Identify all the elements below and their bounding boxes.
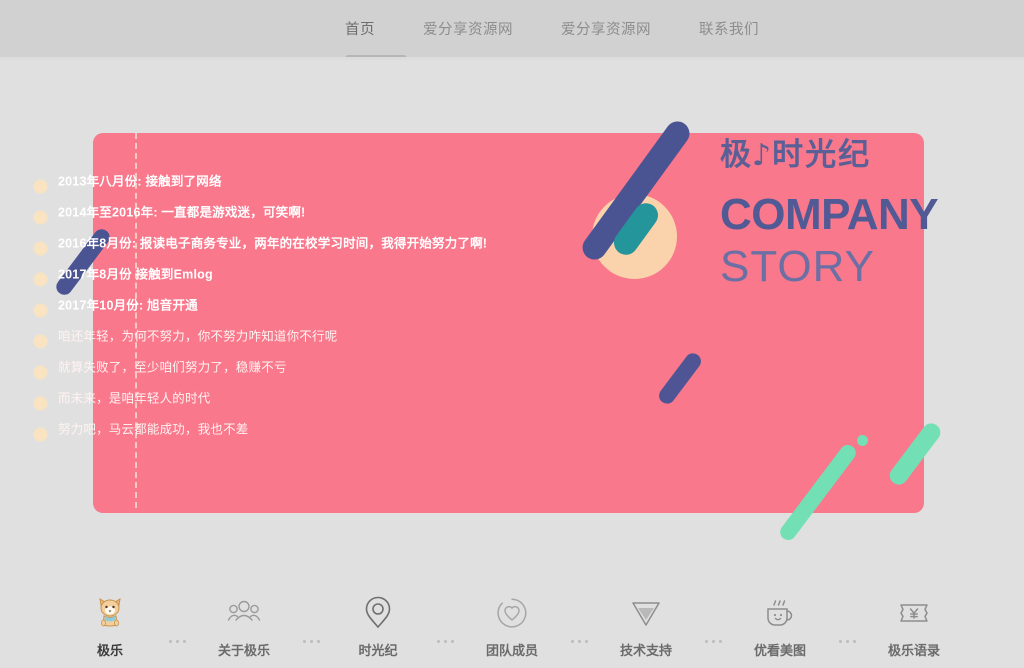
ticket-yen-icon — [894, 593, 934, 633]
brand-block: 极 ♪ 时光纪 COMPANY STORY — [720, 140, 1024, 291]
nav-separator-dots — [696, 593, 730, 643]
heart-circle-icon — [492, 593, 532, 633]
bottom-nav-label: 关于极乐 — [217, 643, 270, 658]
nav-item-resources-1[interactable]: 爱分享资源网 — [423, 18, 513, 39]
timeline-dot — [34, 211, 47, 224]
timeline-item-label: 而未来，是咱年轻人的时代 — [58, 391, 211, 406]
timeline-dot — [34, 397, 47, 410]
bottom-nav-item-jile[interactable]: 极乐 — [60, 593, 160, 659]
top-nav: 首页 爱分享资源网 爱分享资源网 联系我们 — [345, 0, 759, 57]
bottom-nav-label: 极乐语录 — [887, 643, 940, 658]
timeline-dot — [34, 366, 47, 379]
timeline-dot — [34, 180, 47, 193]
nav-separator-dots — [428, 593, 462, 643]
music-note-icon: ♪ — [752, 137, 774, 173]
timeline-dot — [34, 242, 47, 255]
timeline-dot — [34, 428, 47, 441]
brand-logo-part1: 极 — [720, 137, 753, 173]
timeline-item-label: 咱还年轻，为何不努力，你不努力咋知道你不行呢 — [58, 329, 338, 344]
bottom-nav-item-timeline[interactable]: 时光纪 — [328, 593, 428, 659]
nav-separator-dots — [294, 593, 328, 643]
page-root: 首页 爱分享资源网 爱分享资源网 联系我们 2013年八月份: 接触到了网络 2… — [0, 0, 1024, 668]
bottom-nav-item-about[interactable]: 关于极乐 — [194, 593, 294, 659]
mint-dot-decoration — [857, 435, 868, 446]
shiba-mascot-icon — [90, 593, 130, 633]
nav-separator-dots — [160, 593, 194, 643]
nav-separator-dots — [830, 593, 864, 643]
bottom-nav-item-quotes[interactable]: 极乐语录 — [864, 593, 964, 659]
bottom-nav-label: 极乐 — [96, 643, 123, 658]
brand-logo: 极 ♪ 时光纪 — [720, 140, 1024, 171]
bottom-nav: 极乐 关于极乐 时光纪 团队成员 技术支持 优看美图 极乐语录 — [0, 585, 1024, 668]
timeline-dot — [34, 335, 47, 348]
story-heading: STORY — [720, 242, 875, 291]
bottom-nav-item-support[interactable]: 技术支持 — [596, 593, 696, 659]
bottom-nav-label: 时光纪 — [358, 643, 398, 658]
brand-logo-part2: 时光纪 — [772, 137, 872, 173]
nav-item-home[interactable]: 首页 — [345, 18, 375, 39]
people-group-icon — [224, 593, 264, 633]
coffee-cup-smile-icon — [760, 593, 800, 633]
timeline-item-label: 2013年八月份: 接触到了网络 — [58, 174, 222, 189]
timeline-item-label: 2017年10月份: 旭音开通 — [58, 298, 198, 313]
nav-separator-dots — [562, 593, 596, 643]
bottom-nav-items: 极乐 关于极乐 时光纪 团队成员 技术支持 优看美图 极乐语录 — [60, 585, 964, 659]
nav-item-resources-2[interactable]: 爱分享资源网 — [561, 18, 651, 39]
timeline-item-label: 努力吧，马云都能成功，我也不差 — [58, 422, 249, 437]
location-pin-icon — [358, 593, 398, 633]
bottom-nav-label: 技术支持 — [619, 643, 672, 658]
hero-stage: 2013年八月份: 接触到了网络 2014年至2016年: 一直都是游戏迷，可笑… — [0, 60, 1024, 585]
bottom-nav-item-gallery[interactable]: 优看美图 — [730, 593, 830, 659]
bottom-nav-label: 优看美图 — [753, 643, 806, 658]
timeline-item-label: 2017年8月份 接触到Emlog — [58, 267, 213, 282]
timeline-dot — [34, 304, 47, 317]
timeline-dot — [34, 273, 47, 286]
bottom-nav-item-team[interactable]: 团队成员 — [462, 593, 562, 659]
nav-item-contact[interactable]: 联系我们 — [699, 18, 759, 39]
funnel-triangle-icon — [626, 593, 666, 633]
timeline-item-label: 2014年至2016年: 一直都是游戏迷，可笑啊! — [58, 205, 306, 220]
bottom-nav-label: 团队成员 — [485, 643, 538, 658]
timeline-item-label: 2016年8月份: 报读电子商务专业，两年的在校学习时间，我得开始努力了啊! — [58, 236, 488, 251]
timeline-item-label: 就算失败了，至少咱们努力了，稳赚不亏 — [58, 360, 287, 375]
company-heading: COMPANY — [720, 190, 939, 239]
top-header: 首页 爱分享资源网 爱分享资源网 联系我们 — [0, 0, 1024, 62]
timeline-list: 2013年八月份: 接触到了网络 2014年至2016年: 一直都是游戏迷，可笑… — [0, 60, 831, 441]
